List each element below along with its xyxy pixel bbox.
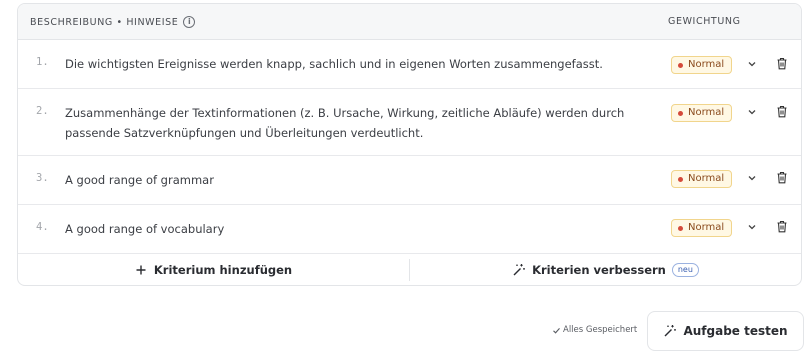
save-status-label: Alles Gespeichert <box>563 325 638 335</box>
chevron-down-icon[interactable] <box>746 58 758 70</box>
trash-icon[interactable] <box>776 57 788 70</box>
description-header: BESCHREIBUNG • HINWEISE i <box>30 16 196 28</box>
criterion-row: 3. A good range of grammar Normal <box>18 156 801 205</box>
weight-dot <box>678 225 683 231</box>
criterion-number: 3. <box>36 172 49 184</box>
new-badge: neu <box>671 263 699 277</box>
description-label: BESCHREIBUNG • HINWEISE <box>30 16 179 28</box>
criterion-text[interactable]: A good range of vocabulary <box>65 219 635 239</box>
chevron-down-icon[interactable] <box>746 221 758 233</box>
criterion-number: 1. <box>36 56 49 68</box>
criterion-row: 1. Die wichtigsten Ereignisse werden kna… <box>18 40 801 89</box>
weight-label: Normal <box>688 107 725 118</box>
improve-criteria-button[interactable]: Kriterien verbessern neu <box>410 253 801 285</box>
criteria-footer: Kriterium hinzufügen Kriterien verbesser… <box>18 253 801 285</box>
weighting-label: GEWICHTUNG <box>668 16 741 27</box>
add-criterion-label: Kriterium hinzufügen <box>153 263 293 277</box>
save-status: Alles Gespeichert <box>552 325 637 335</box>
criterion-row: 4. A good range of vocabulary Normal <box>18 205 801 254</box>
info-icon[interactable]: i <box>183 16 196 28</box>
weight-dot <box>678 62 683 68</box>
magic-wand-icon <box>664 325 677 337</box>
check-icon <box>553 327 560 334</box>
criterion-number: 2. <box>36 105 49 117</box>
criteria-header: BESCHREIBUNG • HINWEISE i GEWICHTUNG <box>18 4 801 40</box>
weight-dot <box>678 176 683 182</box>
criterion-text[interactable]: Zusammenhänge der Textinformationen (z. … <box>65 103 635 143</box>
weight-badge[interactable]: Normal <box>671 56 733 74</box>
trash-icon[interactable] <box>776 105 788 118</box>
weight-label: Normal <box>688 222 725 233</box>
test-task-button[interactable]: Aufgabe testen <box>647 311 804 351</box>
add-criterion-button[interactable]: Kriterium hinzufügen <box>18 253 409 285</box>
chevron-down-icon[interactable] <box>746 106 758 118</box>
improve-criteria-label: Kriterien verbessern <box>532 263 666 277</box>
criterion-row: 2. Zusammenhänge der Textinformationen (… <box>18 89 801 156</box>
trash-icon[interactable] <box>776 220 788 233</box>
test-task-label: Aufgabe testen <box>683 324 788 338</box>
chevron-down-icon[interactable] <box>746 172 758 184</box>
weight-label: Normal <box>688 59 725 70</box>
criterion-text[interactable]: A good range of grammar <box>65 170 635 190</box>
magic-wand-icon <box>513 264 525 276</box>
weight-dot <box>678 110 683 116</box>
plus-icon <box>136 265 146 275</box>
weight-badge[interactable]: Normal <box>671 219 733 237</box>
criterion-text[interactable]: Die wichtigsten Ereignisse werden knapp,… <box>65 54 635 74</box>
criterion-number: 4. <box>36 221 49 233</box>
criteria-card: BESCHREIBUNG • HINWEISE i GEWICHTUNG 1. … <box>17 3 802 286</box>
weight-label: Normal <box>688 173 725 184</box>
weight-badge[interactable]: Normal <box>671 104 733 122</box>
trash-icon[interactable] <box>776 171 788 184</box>
weight-badge[interactable]: Normal <box>671 170 733 188</box>
